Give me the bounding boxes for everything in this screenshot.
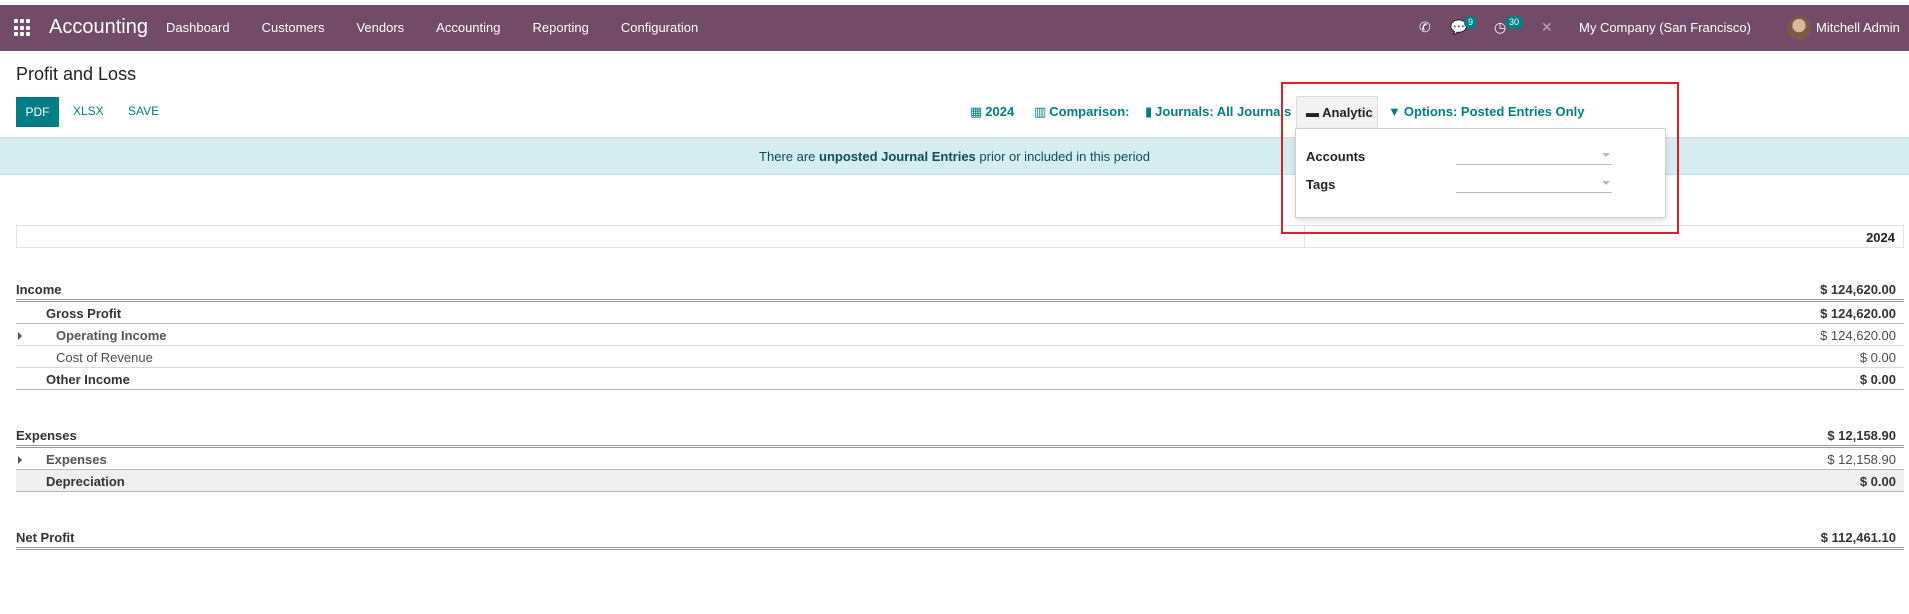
tools-icon[interactable]: ✕: [1541, 19, 1553, 36]
row-label: Other Income: [46, 372, 130, 387]
company-switcher[interactable]: My Company (San Francisco): [1579, 20, 1751, 35]
report-row-depreciation[interactable]: Depreciation $ 0.00: [16, 470, 1904, 492]
analytic-filter[interactable]: ▬ Analytic: [1296, 96, 1378, 128]
phone-icon[interactable]: ✆: [1419, 19, 1431, 36]
save-button[interactable]: SAVE: [128, 104, 159, 118]
row-value: $ 124,620.00: [1820, 328, 1896, 343]
filter-icon: ▼: [1388, 104, 1401, 119]
journals-filter-label: Journals: All Journals: [1155, 104, 1292, 119]
menu-item-vendors[interactable]: Vendors: [356, 20, 404, 35]
menu-item-configuration[interactable]: Configuration: [621, 20, 698, 35]
row-value: $ 0.00: [1859, 372, 1896, 387]
top-menu: Dashboard Customers Vendors Accounting R…: [166, 20, 730, 35]
tags-label: Tags: [1306, 177, 1336, 192]
alert-prefix: There are: [759, 149, 820, 164]
analytic-filter-label: Analytic: [1322, 105, 1373, 120]
tags-select[interactable]: [1456, 175, 1612, 193]
row-label: Net Profit: [16, 530, 75, 545]
report-row-income[interactable]: Income $ 124,620.00: [16, 278, 1904, 302]
menu-item-accounting[interactable]: Accounting: [436, 20, 500, 35]
chevron-down-icon: [1602, 153, 1610, 157]
options-filter-label: Options: Posted Entries Only: [1403, 104, 1585, 119]
app-brand[interactable]: Accounting: [49, 16, 148, 39]
report-row-other-income[interactable]: Other Income $ 0.00: [16, 368, 1904, 390]
menu-item-dashboard[interactable]: Dashboard: [166, 20, 230, 35]
report-row-operating-income[interactable]: Operating Income $ 124,620.00: [16, 324, 1904, 346]
menu-item-reporting[interactable]: Reporting: [533, 20, 589, 35]
row-value: $ 124,620.00: [1820, 306, 1896, 321]
avatar[interactable]: [1787, 16, 1811, 40]
report-row-expenses[interactable]: Expenses $ 12,158.90: [16, 448, 1904, 470]
unposted-entries-link[interactable]: unposted Journal Entries: [819, 149, 976, 164]
options-filter[interactable]: ▼ Options: Posted Entries Only: [1388, 104, 1584, 119]
date-filter-label: 2024: [985, 104, 1015, 119]
chevron-down-icon: [1602, 181, 1610, 185]
folder-open-icon: ▬: [1306, 105, 1319, 120]
book-icon: ▮: [1145, 104, 1153, 119]
apps-grid-icon[interactable]: [14, 19, 32, 37]
report-row-expenses-total[interactable]: Expenses $ 12,158.90: [16, 424, 1904, 448]
row-value: $ 12,158.90: [1827, 452, 1896, 467]
report-header: 2024: [16, 225, 1904, 248]
report-row-cost-of-revenue[interactable]: Cost of Revenue $ 0.00: [16, 346, 1904, 368]
row-label: Cost of Revenue: [56, 350, 153, 365]
row-value: $ 0.00: [1859, 350, 1896, 365]
menu-item-customers[interactable]: Customers: [262, 20, 325, 35]
accounts-label: Accounts: [1306, 149, 1366, 164]
page-title: Profit and Loss: [16, 64, 137, 84]
alert-suffix: prior or included in this period: [975, 149, 1150, 164]
chat-count-badge: 9: [1464, 16, 1478, 29]
row-value: $ 112,461.10: [1820, 530, 1896, 545]
report-row-net-profit[interactable]: Net Profit $ 112,461.10: [16, 526, 1904, 550]
row-label: Expenses: [16, 428, 77, 443]
row-value: $ 12,158.90: [1827, 428, 1896, 443]
comparison-filter-label: Comparison:: [1049, 104, 1130, 119]
activity-count-badge: 30: [1505, 16, 1524, 29]
row-label: Income: [16, 282, 62, 297]
expand-caret-icon[interactable]: [18, 332, 22, 340]
expand-caret-icon[interactable]: [18, 456, 22, 464]
calendar-icon: ▦: [970, 104, 983, 119]
date-filter[interactable]: ▦ 2024: [970, 104, 1014, 120]
journals-filter[interactable]: ▮ Journals: All Journals: [1145, 104, 1291, 120]
row-label: Expenses: [46, 452, 107, 467]
report-row-gross-profit[interactable]: Gross Profit $ 124,620.00: [16, 302, 1904, 324]
bar-chart-icon: ▥: [1034, 104, 1047, 119]
row-label: Depreciation: [46, 474, 125, 489]
comparison-filter[interactable]: ▥ Comparison:: [1034, 104, 1129, 120]
xlsx-button[interactable]: XLSX: [73, 104, 104, 118]
row-value: $ 124,620.00: [1820, 282, 1896, 297]
main-navbar: Accounting Dashboard Customers Vendors A…: [0, 5, 1909, 51]
analytic-dropdown: Accounts Tags: [1295, 128, 1666, 218]
user-menu[interactable]: Mitchell Admin: [1816, 20, 1900, 35]
pdf-button[interactable]: PDF: [16, 97, 59, 127]
row-value: $ 0.00: [1859, 474, 1896, 489]
accounts-select[interactable]: [1456, 147, 1612, 165]
row-label: Gross Profit: [46, 306, 122, 321]
row-label: Operating Income: [56, 328, 167, 343]
column-header-year: 2024: [1866, 230, 1895, 245]
header-separator: [1304, 226, 1305, 247]
